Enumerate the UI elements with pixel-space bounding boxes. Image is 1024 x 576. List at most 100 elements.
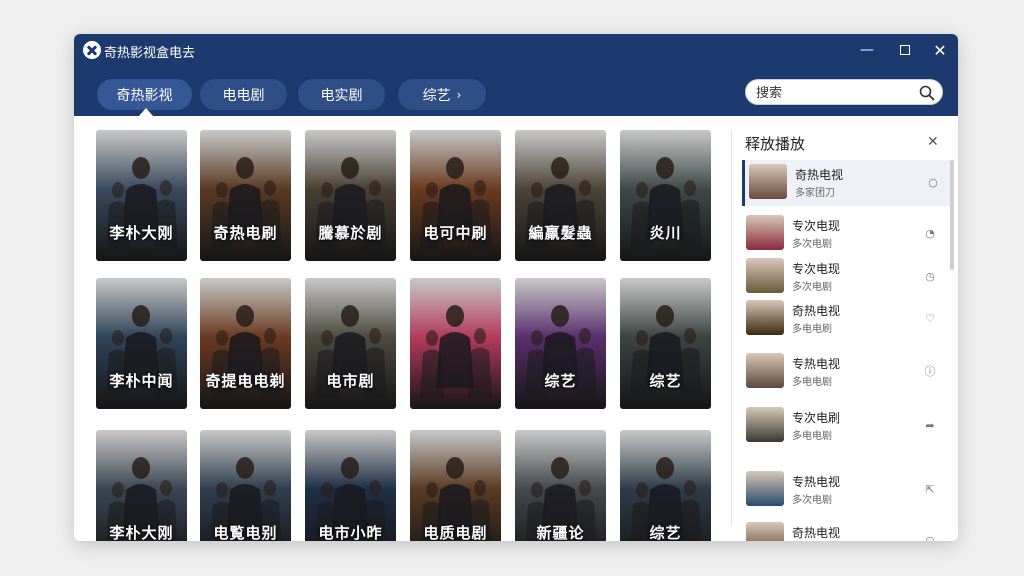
poster-card[interactable]: 炎川 [620,130,711,261]
item-title: 专热电视 [792,357,841,371]
thumbnail-image [746,300,784,335]
item-subtitle: 多次电剧 [792,239,832,250]
poster-title: 综艺 [649,524,682,541]
item-subtitle: 多电电剧 [792,377,832,388]
info-icon[interactable]: ⓘ [922,363,938,379]
poster-title: 李朴大刚 [109,224,174,242]
timer-icon[interactable]: ◷ [922,268,938,284]
list-item[interactable]: 奇热电视多家团刀 ○ [742,160,950,206]
poster-title: 炎川 [649,224,682,242]
poster-card[interactable]: 电市剧 [305,278,396,409]
item-title: 奇热电视 [795,168,844,182]
poster-title: 电覧电别 [213,524,278,541]
poster-title: 电质电剧 [423,524,488,541]
poster-card[interactable]: 新疆论 [515,430,606,541]
poster-card[interactable]: 李朴中闻 [96,278,187,409]
item-title: 奇热电视 [792,304,841,318]
thumbnail-image [746,258,784,293]
poster-card[interactable]: 李朴大刚 [96,130,187,261]
list-item[interactable]: 专次电现多次电剧 ◔ [742,211,950,257]
thumbnail-image [749,164,787,199]
app-logo-icon [83,41,101,59]
poster-title: 综艺 [649,372,682,390]
poster-title: 电市小昨 [318,524,383,541]
panel-close-button[interactable]: ✕ [927,134,939,150]
list-item[interactable]: 专次电现多次电剧 ◷ [742,254,950,300]
item-title: 专次电刷 [792,411,841,425]
item-title: 专热电视 [792,475,841,489]
circle-icon[interactable]: ○ [922,532,938,542]
search-icon[interactable] [919,85,935,101]
poster-card[interactable]: 综艺 [620,278,711,409]
poster-card[interactable]: 李朴大刚 [96,430,187,541]
thumbnail-image [746,353,784,388]
title-bar: 奇热影视盒电去 — ✕ [74,34,958,64]
scrollbar[interactable] [950,160,954,270]
chevron-right-icon: › [456,87,462,102]
poster-title: 騰慕於剧 [318,224,383,242]
thumbnail-image [746,471,784,506]
tab-0[interactable]: 奇热影视 [97,79,192,110]
thumbnail-image [746,407,784,442]
minimize-button[interactable]: — [856,40,878,60]
poster-card[interactable] [410,278,501,409]
maximize-button[interactable] [894,40,916,60]
tab-label: 综艺 [422,87,451,104]
poster-title: 新疆论 [536,524,585,541]
tab-3[interactable]: 综艺 › [398,79,486,110]
panel-divider [731,130,732,525]
close-window-button[interactable]: ✕ [929,40,951,60]
item-subtitle: 多家团刀 [795,188,835,199]
list-item[interactable]: 专次电刷多电电剧 ➦ [742,403,950,449]
export-icon[interactable]: ⇱ [922,481,938,497]
tab-1[interactable]: 电电剧 [200,79,287,110]
poster-title: 編羸髮蟲 [528,224,593,242]
poster-card[interactable]: 騰慕於剧 [305,130,396,261]
poster-title: 奇热电刷 [213,224,278,242]
poster-title: 奇提电电剃 [205,372,286,390]
item-subtitle: 多次电剧 [792,495,832,506]
list-item[interactable]: 奇热电视 ○ [742,518,950,541]
poster-card[interactable]: 奇提电电剃 [200,278,291,409]
app-title: 奇热影视盒电去 [104,46,196,61]
search-box [745,79,943,105]
item-title: 专次电现 [792,219,841,233]
poster-card[interactable]: 电覧电别 [200,430,291,541]
poster-card[interactable]: 奇热电刷 [200,130,291,261]
poster-card[interactable]: 电质电剧 [410,430,501,541]
tab-label: 奇热影视 [116,87,173,104]
item-subtitle: 多次电剧 [792,282,832,293]
active-tab-pointer [139,108,153,116]
poster-title: 电可中刷 [423,224,488,242]
app-window: 奇热影视盒电去 — ✕ 奇热影视 电电剧 电实剧 综艺 › 李朴大刚 奇热电刷 騰慕於… [74,34,958,541]
poster-card[interactable]: 編羸髮蟲 [515,130,606,261]
item-subtitle: 多电电剧 [792,431,832,442]
share-icon[interactable]: ➦ [922,417,938,433]
poster-card[interactable]: 电可中刷 [410,130,501,261]
poster-card[interactable]: 电市小昨 [305,430,396,541]
clock-icon[interactable]: ◔ [922,225,938,241]
thumbnail-image [746,215,784,250]
poster-title: 电市剧 [326,372,375,390]
list-item[interactable]: 专热电视多电电剧 ⓘ [742,349,950,395]
poster-card[interactable]: 综艺 [620,430,711,541]
panel-title: 释放播放 [745,135,806,153]
header-bar: 奇热影视盒电去 — ✕ 奇热影视 电电剧 电实剧 综艺 › [74,34,958,116]
poster-title: 李朴大刚 [109,524,174,541]
item-title: 奇热电视 [792,526,841,540]
item-title: 专次电现 [792,262,841,276]
tab-2[interactable]: 电实剧 [298,79,385,110]
search-input[interactable] [756,83,916,103]
maximize-icon [900,45,910,55]
poster-title: 李朴中闻 [109,372,174,390]
poster-title: 综艺 [544,372,577,390]
list-item[interactable]: 奇热电视多电电刷 ♡ [742,296,950,342]
tab-label: 电电剧 [222,87,265,104]
tab-label: 电实剧 [320,87,363,104]
list-item[interactable]: 专热电视多次电剧 ⇱ [742,467,950,513]
item-subtitle: 多电电刷 [792,324,832,335]
poster-card[interactable]: 综艺 [515,278,606,409]
circle-icon[interactable]: ○ [925,174,941,190]
heart-icon[interactable]: ♡ [922,310,938,326]
poster-grid: 李朴大刚 奇热电刷 騰慕於剧 电可中刷 編羸髮蟲 炎川 李朴中闻 奇提电电剃 电市剧 综艺 综艺 李朴… [96,130,716,541]
